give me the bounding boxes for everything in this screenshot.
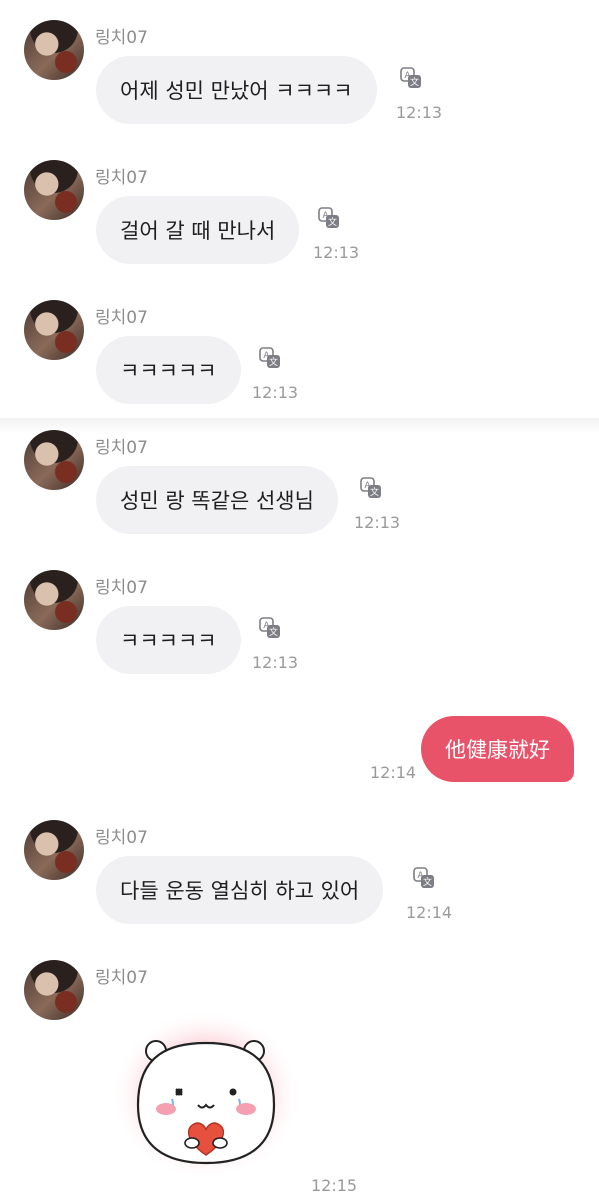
message-time: 12:13 (252, 383, 299, 402)
avatar[interactable] (24, 20, 84, 80)
translate-icon[interactable]: A 文 (259, 347, 281, 369)
svg-text:文: 文 (423, 876, 432, 888)
sender-name: 링치07 (95, 168, 148, 188)
svg-text:文: 文 (370, 486, 379, 498)
sender-name: 링치07 (95, 828, 148, 848)
message-time: 12:14 (370, 763, 417, 782)
svg-text:文: 文 (269, 356, 278, 368)
message-bubble[interactable]: 다들 운동 열심히 하고 있어 (96, 856, 384, 924)
avatar[interactable] (24, 300, 84, 360)
translate-icon[interactable]: A 文 (413, 867, 435, 889)
message-bubble[interactable]: 어제 성민 만났어 ㅋㅋㅋㅋ (96, 56, 377, 124)
message-bubble[interactable]: ㅋㅋㅋㅋㅋ (96, 336, 241, 404)
message-time: 12:15 (311, 1176, 358, 1195)
translate-icon[interactable]: A 文 (259, 617, 281, 639)
svg-text:文: 文 (328, 216, 337, 228)
translate-icon[interactable]: A 文 (318, 207, 340, 229)
translate-icon[interactable]: A 文 (400, 67, 422, 89)
sender-name: 링치07 (95, 438, 148, 458)
translate-icon[interactable]: A 文 (360, 477, 382, 499)
avatar[interactable] (24, 160, 84, 220)
message-time: 12:14 (406, 903, 453, 922)
avatar[interactable] (24, 570, 84, 630)
white-hamster-heart-sticker[interactable] (108, 1005, 304, 1181)
message-bubble-sent[interactable]: 他健康就好 (421, 716, 574, 782)
message-bubble[interactable]: 성민 랑 똑같은 선생님 (96, 466, 338, 534)
message-bubble[interactable]: 걸어 갈 때 만나서 (96, 196, 300, 264)
svg-text:文: 文 (410, 76, 419, 88)
scroll-shadow (0, 418, 599, 434)
message-time: 12:13 (354, 513, 401, 532)
message-time: 12:13 (252, 653, 299, 672)
svg-text:文: 文 (269, 626, 278, 638)
sender-name: 링치07 (95, 28, 148, 48)
message-bubble[interactable]: ㅋㅋㅋㅋㅋ (96, 606, 241, 674)
avatar[interactable] (24, 820, 84, 880)
avatar[interactable] (24, 430, 84, 490)
sender-name: 링치07 (95, 968, 148, 988)
sender-name: 링치07 (95, 578, 148, 598)
avatar[interactable] (24, 960, 84, 1020)
message-time: 12:13 (396, 103, 443, 122)
sender-name: 링치07 (95, 308, 148, 328)
message-time: 12:13 (313, 243, 360, 262)
